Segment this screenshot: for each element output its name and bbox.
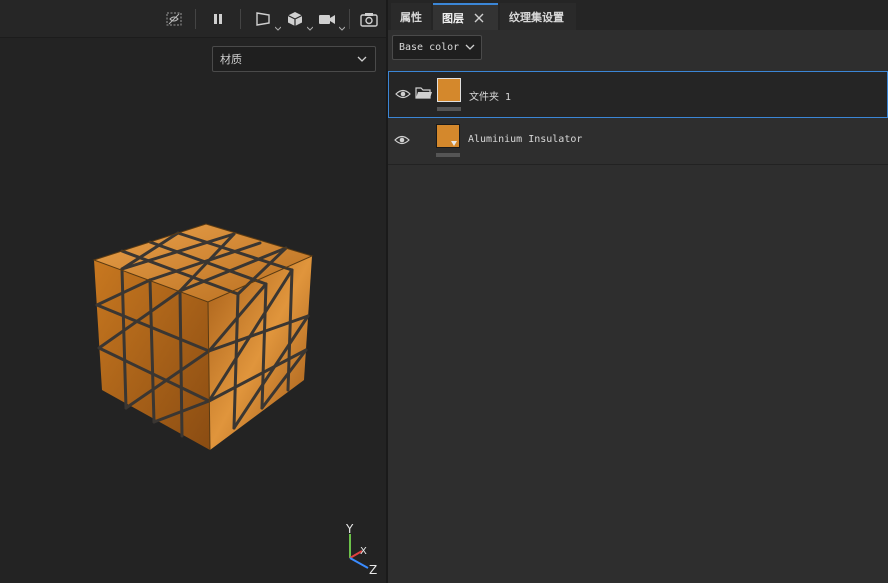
camera-icon[interactable] [316,9,345,31]
layer-thumbnail[interactable] [436,124,460,148]
layer-thumbnail[interactable] [437,78,461,102]
layer-row-material[interactable]: Aluminium Insulator [388,118,888,165]
axis-z-label: Z [369,563,377,577]
chevron-down-icon [465,44,475,50]
hide-icon[interactable] [164,9,184,29]
close-icon[interactable] [474,13,484,23]
material-mode-dropdown[interactable]: 材质 [212,46,376,72]
cube-view-icon[interactable] [284,9,313,31]
chevron-down-icon [339,26,345,31]
layer-name: 文件夹 1 [469,92,512,103]
layer-row-folder[interactable]: 文件夹 1 [388,71,888,118]
layer-mask-bar [436,153,460,157]
eye-icon[interactable] [394,131,410,150]
material-mode-value: 材质 [220,53,242,66]
toolbar-divider [195,9,196,29]
layer-name: Aluminium Insulator [468,134,583,145]
tab-label: 属性 [400,10,422,24]
fill-layer-badge-icon [451,141,457,146]
layers-panel: 属性 图层 纹理集设置 Base color 文件夹 1 Aluminium I… [388,0,888,583]
tab-label: 纹理集设置 [509,10,564,24]
pause-icon[interactable] [208,9,228,29]
cube-model-preview[interactable] [88,218,318,454]
channel-dropdown[interactable]: Base color [392,35,482,60]
screenshot-icon[interactable] [358,9,380,29]
tab-layers[interactable]: 图层 [433,3,498,30]
tab-label: 图层 [442,11,464,25]
chevron-down-icon [357,56,367,62]
chevron-down-icon [307,26,313,31]
layer-mask-bar [437,107,461,111]
tab-texture-set-settings[interactable]: 纹理集设置 [500,3,576,30]
viewport-3d[interactable]: 材质 Y X Z [0,0,386,583]
toolbar-divider [240,9,241,29]
channel-value: Base color [399,42,460,53]
tab-properties[interactable]: 属性 [391,3,431,30]
axis-gizmo: Y X Z [345,522,377,577]
chevron-down-icon [275,26,281,31]
axis-y-label: Y [345,522,354,536]
panel-tab-bar: 属性 图层 纹理集设置 [388,0,888,30]
eye-icon[interactable] [395,85,411,104]
toolbar-divider [349,9,350,29]
axis-x-label: X [360,546,367,557]
perspective-icon[interactable] [252,9,281,31]
folder-icon[interactable] [415,85,433,104]
app-window: 材质 Y X Z 属性 图层 纹理集设置 Base color 文件夹 1 Al… [0,0,888,583]
viewport-toolbar [0,0,386,38]
